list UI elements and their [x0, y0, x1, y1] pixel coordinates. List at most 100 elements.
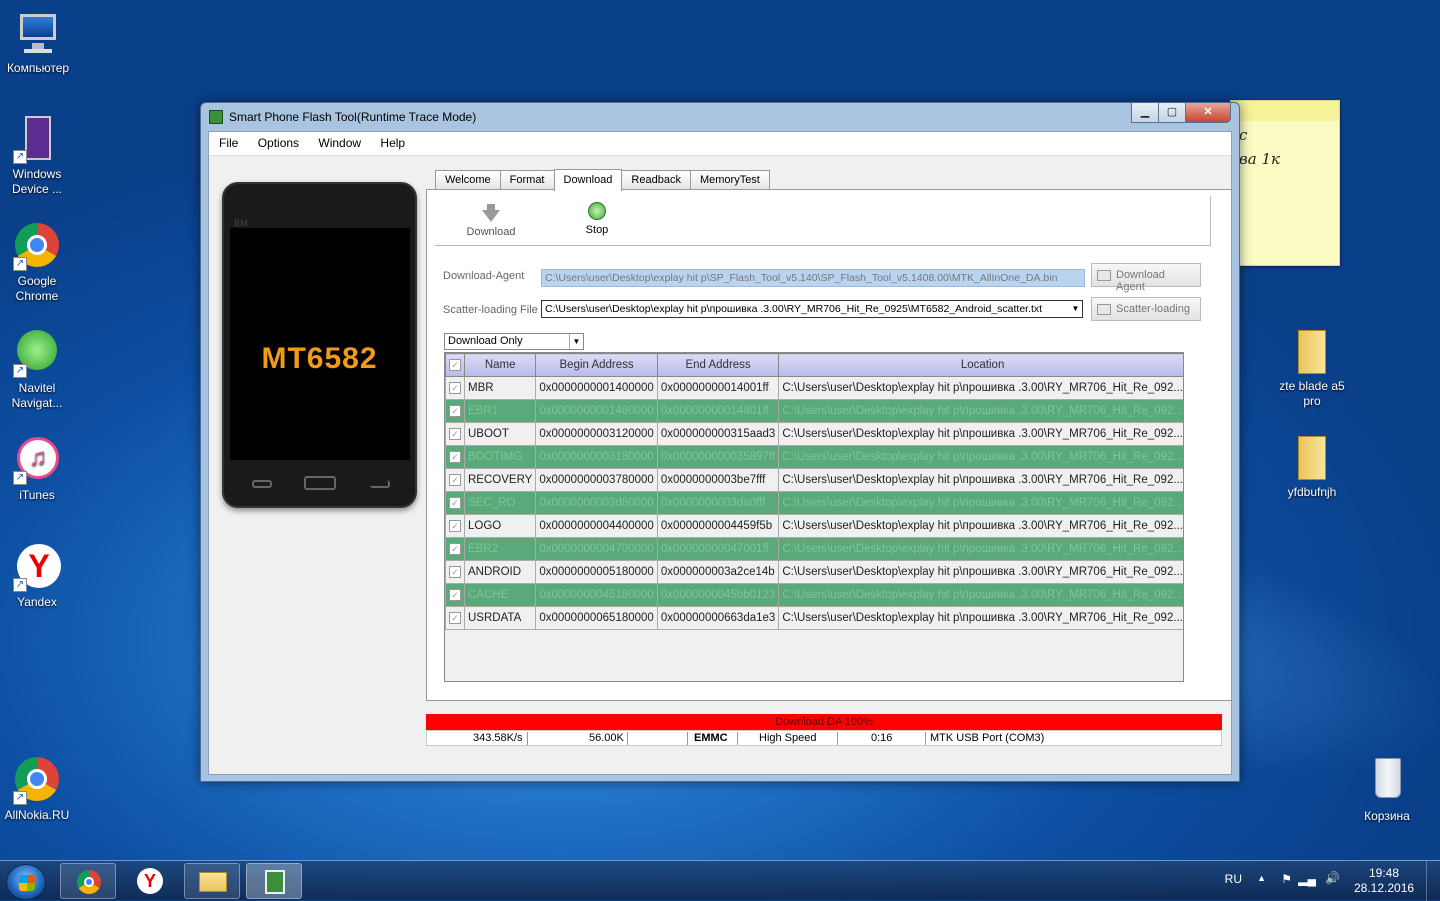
taskbar-yandex[interactable]: Y — [122, 863, 178, 899]
select-all-header[interactable]: ✓ — [445, 353, 465, 377]
taskbar-explorer[interactable] — [184, 863, 240, 899]
desktop-icon-computer[interactable]: Компьютер — [0, 10, 76, 76]
scatter-loading-button-label: Scatter-loading — [1116, 303, 1190, 315]
row-checkbox[interactable]: ✓ — [445, 422, 465, 446]
table-row[interactable]: ✓ MBR 0x0000000001400000 0x00000000014001ff… — [445, 376, 1183, 400]
col-location[interactable]: Location — [778, 353, 1183, 377]
download-arrow-icon — [482, 210, 500, 222]
table-row[interactable]: ✓ CACHE 0x0000000045180000 0x0000000045bb01… — [445, 583, 1183, 607]
tab-memorytest[interactable]: MemoryTest — [689, 170, 770, 190]
menu-window[interactable]: Window — [310, 132, 369, 154]
checkbox-icon[interactable]: ✓ — [449, 451, 461, 463]
desktop-icon-windows-device[interactable]: ↗ Windows Device ... — [0, 116, 75, 197]
stop-icon — [588, 202, 606, 220]
table-row[interactable]: ✓ EBR1 0x0000000001480000 0x00000000014801f… — [445, 399, 1183, 423]
row-checkbox[interactable]: ✓ — [445, 514, 465, 538]
tab-format[interactable]: Format — [499, 170, 555, 190]
checkbox-icon[interactable]: ✓ — [449, 405, 461, 417]
row-begin-address: 0x0000000003d80000 — [535, 491, 658, 515]
row-begin-address: 0x0000000005180000 — [535, 560, 658, 584]
checkbox-icon[interactable]: ✓ — [449, 474, 461, 486]
row-location: C:\Users\user\Desktop\explay hit p\проши… — [778, 422, 1183, 446]
table-row[interactable]: ✓ EBR2 0x0000000004700000 0x00000000047001f… — [445, 537, 1183, 561]
chip-model: MT6582 — [261, 342, 378, 375]
checkbox-icon[interactable]: ✓ — [449, 520, 461, 532]
download-button[interactable]: Download — [463, 202, 519, 238]
desktop-icon-recycle-bin[interactable]: Корзина — [1349, 758, 1425, 824]
row-checkbox[interactable]: ✓ — [445, 606, 465, 630]
row-checkbox[interactable]: ✓ — [445, 491, 465, 515]
tab-welcome[interactable]: Welcome — [435, 170, 501, 190]
checkbox-icon[interactable]: ✓ — [449, 428, 461, 440]
taskbar-chrome[interactable] — [60, 863, 116, 899]
row-checkbox[interactable]: ✓ — [445, 468, 465, 492]
table-row[interactable]: ✓ ANDROID 0x0000000005180000 0x000000003a2c… — [445, 560, 1183, 584]
row-checkbox[interactable]: ✓ — [445, 560, 465, 584]
desktop-icon-allnokia[interactable]: ↗ AllNokia.RU — [0, 757, 75, 823]
table-header-row: ✓ Name Begin Address End Address Locatio… — [445, 353, 1183, 377]
row-checkbox[interactable]: ✓ — [445, 445, 465, 469]
checkbox-icon[interactable]: ✓ — [449, 543, 461, 555]
checkbox-icon[interactable]: ✓ — [449, 359, 461, 371]
col-end-address[interactable]: End Address — [656, 353, 780, 377]
row-location: C:\Users\user\Desktop\explay hit p\проши… — [778, 445, 1183, 469]
menu-options[interactable]: Options — [250, 132, 307, 154]
network-icon[interactable]: ▂▄ — [1298, 872, 1316, 886]
title-bar[interactable]: Smart Phone Flash Tool(Runtime Trace Mod… — [201, 103, 1239, 131]
minimize-button[interactable]: ▁ — [1131, 103, 1159, 123]
checkbox-icon[interactable]: ✓ — [449, 497, 461, 509]
row-checkbox[interactable]: ✓ — [445, 399, 465, 423]
taskbar-flash-tool[interactable] — [246, 863, 302, 899]
desktop-icon-chrome[interactable]: ↗ Google Chrome — [0, 223, 75, 304]
sticky-note-bar[interactable] — [1231, 101, 1339, 121]
checkbox-icon[interactable]: ✓ — [449, 589, 461, 601]
download-agent-field[interactable]: C:\Users\user\Desktop\explay hit p\SP_Fl… — [541, 269, 1085, 287]
row-checkbox[interactable]: ✓ — [445, 583, 465, 607]
table-row[interactable]: ✓ USRDATA 0x0000000065180000 0x00000000663d… — [445, 606, 1183, 630]
desktop-icon-folder-yfdbufnjh[interactable]: yfdbufnjh — [1274, 434, 1350, 500]
folder-icon — [1288, 328, 1336, 376]
col-begin-address[interactable]: Begin Address — [535, 353, 658, 377]
checkbox-icon[interactable]: ✓ — [449, 566, 461, 578]
language-indicator[interactable]: RU — [1225, 872, 1242, 886]
stop-button[interactable]: Stop — [577, 202, 617, 236]
maximize-button[interactable]: ▢ — [1158, 103, 1186, 123]
table-row[interactable]: ✓ RECOVERY 0x0000000003780000 0x0000000003b… — [445, 468, 1183, 492]
desktop-icon-label: yfdbufnjh — [1287, 485, 1337, 499]
scatter-dropdown-icon[interactable]: ▼ — [1069, 300, 1083, 318]
scatter-loading-button[interactable]: Scatter-loading — [1091, 297, 1201, 321]
table-row[interactable]: ✓ UBOOT 0x0000000003120000 0x000000000315aa… — [445, 422, 1183, 446]
checkbox-icon[interactable]: ✓ — [449, 382, 461, 394]
show-desktop-button[interactable] — [1426, 861, 1440, 901]
sticky-note[interactable]: с ва 1к — [1230, 100, 1340, 266]
itunes-icon: ♫ ↗ — [13, 437, 61, 485]
desktop-icon-folder-zte[interactable]: zte blade a5 pro — [1274, 328, 1350, 409]
row-end-address: 0x0000000003da0fff — [656, 491, 780, 515]
row-checkbox[interactable]: ✓ — [445, 376, 465, 400]
tab-readback[interactable]: Readback — [621, 170, 691, 190]
menu-file[interactable]: File — [211, 132, 246, 154]
download-agent-button[interactable]: Download Agent — [1091, 263, 1201, 293]
desktop-icon-itunes[interactable]: ♫ ↗ iTunes — [0, 437, 75, 503]
checkbox-icon[interactable]: ✓ — [449, 612, 461, 624]
mode-select[interactable]: Download Only ▼ — [444, 333, 584, 350]
close-button[interactable]: ✕ — [1185, 103, 1231, 123]
desktop-icon-yandex[interactable]: Y ↗ Yandex — [0, 544, 75, 610]
menu-help[interactable]: Help — [372, 132, 413, 154]
volume-icon[interactable]: 🔊 — [1325, 871, 1340, 885]
tab-download[interactable]: Download — [553, 169, 623, 191]
table-row[interactable]: ✓ LOGO 0x0000000004400000 0x0000000004459f5… — [445, 514, 1183, 538]
row-name: CACHE — [463, 583, 537, 607]
row-name: LOGO — [463, 514, 537, 538]
clock[interactable]: 19:48 28.12.2016 — [1354, 866, 1414, 896]
row-checkbox[interactable]: ✓ — [445, 537, 465, 561]
action-center-icon[interactable]: ⚑ — [1281, 872, 1292, 886]
scatter-field[interactable]: C:\Users\user\Desktop\explay hit p\проши… — [541, 300, 1071, 318]
table-row[interactable]: ✓ BOOTIMG 0x0000000003180000 0x000000000035… — [445, 445, 1183, 469]
show-hidden-icons-icon[interactable]: ▲ — [1257, 873, 1266, 883]
start-button[interactable] — [6, 864, 46, 900]
col-name[interactable]: Name — [463, 353, 537, 377]
sticky-note-text[interactable]: с ва 1к — [1231, 121, 1339, 171]
desktop-icon-navitel[interactable]: ↗ Navitel Navigat... — [0, 330, 75, 411]
table-row[interactable]: ✓ SEC_RO 0x0000000003d80000 0x0000000003da0… — [445, 491, 1183, 515]
